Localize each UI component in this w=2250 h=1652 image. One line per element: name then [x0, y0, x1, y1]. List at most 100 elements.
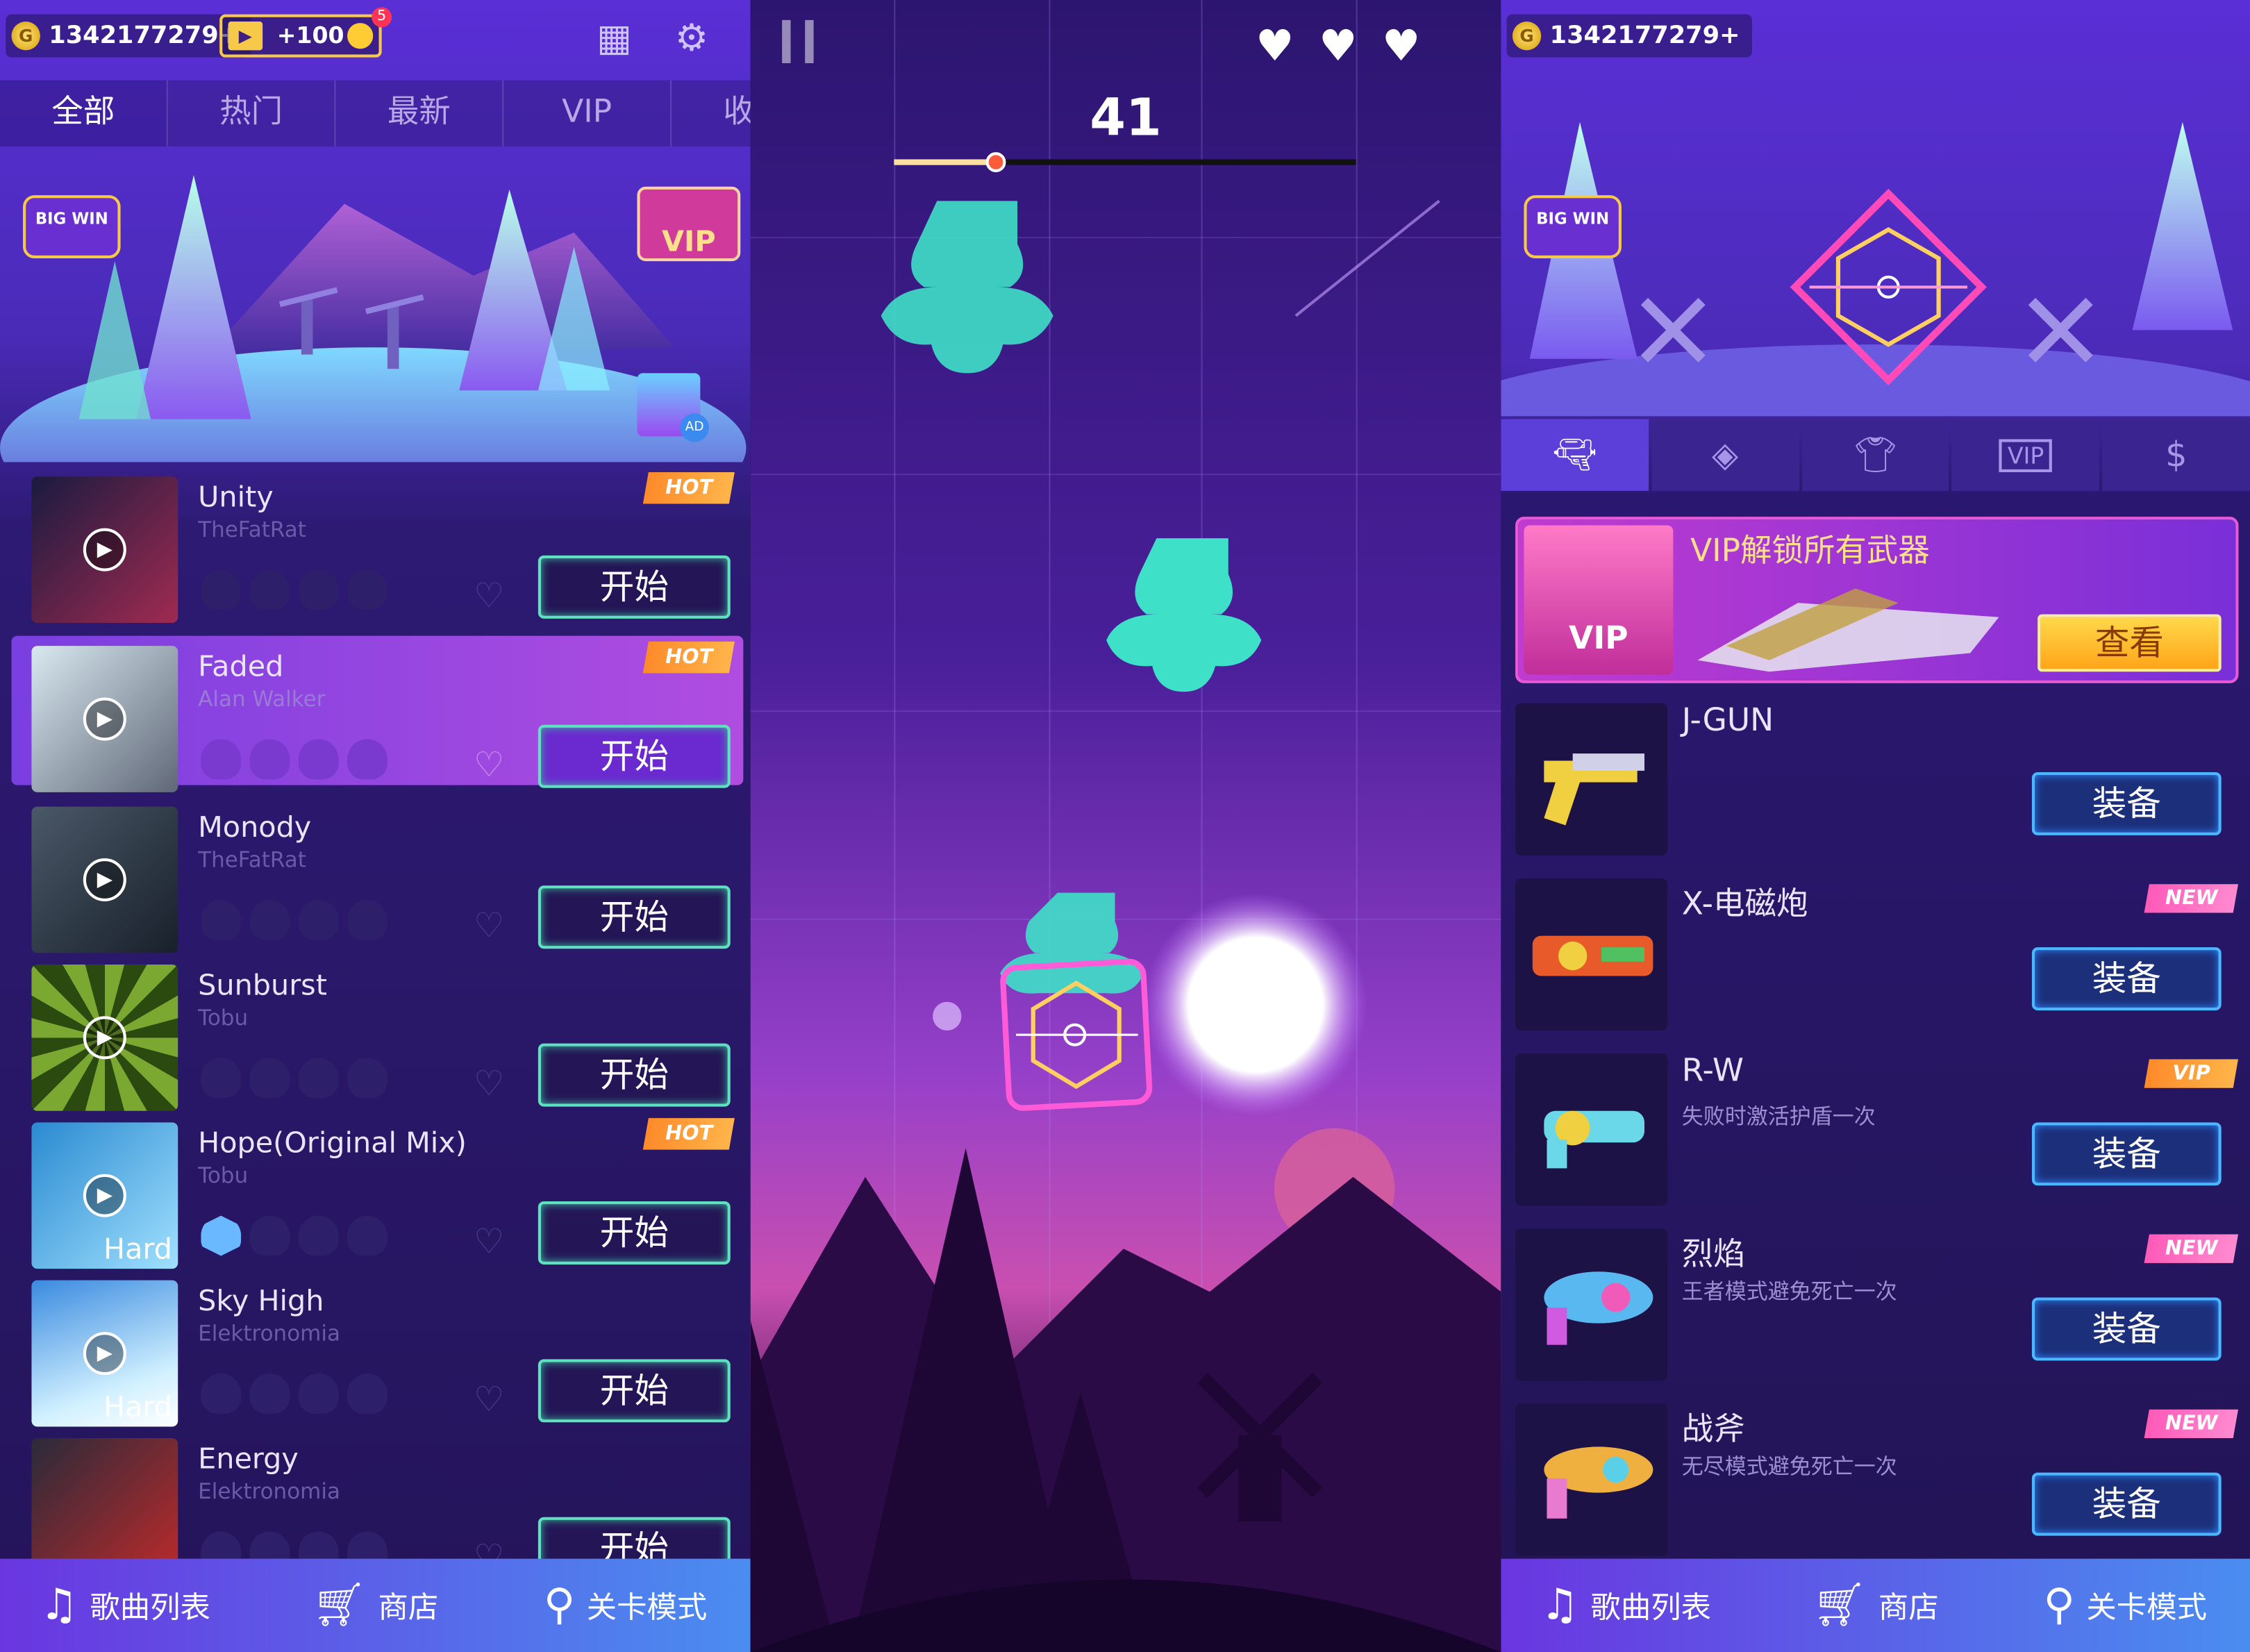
song-artist: Tobu	[198, 1162, 249, 1189]
nav-shop[interactable]: 🛒︎ 商店	[250, 1580, 500, 1630]
gift-box-icon[interactable]: AD	[637, 373, 709, 442]
heart-icon[interactable]: ♡	[474, 1221, 504, 1262]
tab-favorites[interactable]: 收	[672, 81, 750, 147]
play-icon[interactable]: ▶	[83, 858, 126, 902]
list-item[interactable]: ▶ Hard Hope(Original Mix) Tobu HOT ♡ 开始	[12, 1112, 744, 1269]
song-artist: Alan Walker	[198, 685, 326, 712]
target-icon[interactable]: ◈	[1651, 419, 1799, 491]
big-win-button[interactable]: BIG WIN	[23, 195, 121, 259]
heart-icon[interactable]: ♡	[474, 1064, 504, 1104]
equip-button[interactable]: 装备	[2031, 1122, 2222, 1186]
view-button[interactable]: 查看	[2038, 614, 2222, 672]
category-tabs: 全部 热门 最新 VIP 收	[0, 80, 751, 147]
album-cover[interactable]: ▶	[31, 964, 178, 1111]
tab-new[interactable]: 最新	[336, 80, 504, 147]
coin-counter[interactable]: G 1342177279+	[6, 14, 251, 58]
cart-icon: 🛒︎	[312, 1580, 367, 1630]
start-button[interactable]: 开始	[538, 1201, 731, 1265]
tab-hot[interactable]: 热门	[168, 80, 336, 147]
difficulty-label: Hard	[103, 1231, 172, 1267]
weapon-image	[1515, 1403, 1668, 1556]
bottom-nav: ♫ 歌曲列表 🛒︎ 商店 ⚲ 关卡模式	[0, 1558, 751, 1652]
song-artist: TheFatRat	[198, 846, 306, 873]
cart-icon: 🛒︎	[1812, 1580, 1867, 1630]
gear-icon[interactable]: ⚙	[670, 17, 713, 60]
list-item[interactable]: ▶ Unity TheFatRat HOT ♡ 开始	[12, 467, 744, 624]
weapon-item[interactable]: 战斧 无尽模式避免死亡一次 NEW 装备	[1501, 1403, 2250, 1573]
notification-badge: 5	[372, 7, 392, 28]
list-item[interactable]: ▶ Hard Sky High Elektronomia ♡ 开始	[12, 1270, 744, 1427]
album-cover[interactable]: ▶	[31, 476, 178, 624]
coin-icon: G	[11, 22, 40, 51]
new-badge: NEW	[2144, 884, 2238, 913]
heart-icon[interactable]: ♡	[474, 1379, 504, 1419]
start-button[interactable]: 开始	[538, 1359, 731, 1423]
list-item[interactable]: ▶ Faded Alan Walker HOT ♡ 开始	[11, 635, 744, 792]
weapon-image	[1515, 878, 1668, 1031]
tab-vip[interactable]: VIP	[503, 80, 672, 147]
dollar-icon[interactable]: $	[2102, 419, 2250, 491]
weapon-item[interactable]: J-GUN 装备	[1501, 703, 2250, 873]
nav-song-list[interactable]: ♫ 歌曲列表	[1501, 1580, 1751, 1630]
song-title: Sunburst	[198, 967, 327, 1002]
song-title: Faded	[198, 649, 284, 683]
vip-icon[interactable]: VIP	[1952, 419, 2100, 491]
calendar-icon[interactable]: ▦	[592, 17, 635, 60]
weapon-item[interactable]: 烈焰 王者模式避免死亡一次 NEW 装备	[1501, 1228, 2250, 1398]
nav-label: 商店	[378, 1590, 439, 1624]
big-win-button[interactable]: BIG WIN	[1524, 195, 1622, 259]
gameplay-screen: ♥ ♥ ♥ 41	[750, 0, 1501, 1652]
start-button[interactable]: 开始	[538, 885, 731, 949]
weapon-image	[1515, 703, 1668, 856]
play-icon[interactable]: ▶	[83, 528, 126, 571]
album-cover[interactable]: ▶ Hard	[31, 1280, 178, 1427]
equip-button[interactable]: 装备	[2031, 947, 2222, 1011]
equip-button[interactable]: 装备	[2031, 1297, 2222, 1361]
play-icon[interactable]: ▶	[83, 1016, 126, 1060]
start-button[interactable]: 开始	[538, 1043, 731, 1107]
ad-label: AD	[680, 413, 709, 442]
shirt-icon[interactable]: 👕︎	[1801, 419, 1949, 491]
vip-button[interactable]: VIP	[637, 186, 741, 262]
weapon-item[interactable]: R-W 失败时激活护盾一次 VIP 装备	[1501, 1053, 2250, 1223]
nav-shop[interactable]: 🛒︎ 商店	[1751, 1580, 2001, 1630]
weapon-item[interactable]: X-电磁炮 NEW 装备	[1501, 878, 2250, 1048]
weapon-name: J-GUN	[1681, 703, 1774, 740]
weapon-description: 王者模式避免死亡一次	[1681, 1278, 1897, 1305]
user-icon: ⚲	[2043, 1580, 2075, 1630]
start-button[interactable]: 开始	[538, 555, 731, 619]
equip-button[interactable]: 装备	[2031, 771, 2222, 835]
heart-icon[interactable]: ♡	[474, 576, 504, 616]
album-cover[interactable]: ▶	[31, 806, 178, 953]
vip-tab-label: VIP	[1999, 438, 2053, 472]
song-list-screen: G 1342177279+ ▶ +100 5 ▦ ⚙ 全部 热门 最新 VIP …	[0, 0, 751, 1652]
weapon-name: R-W	[1681, 1053, 1744, 1090]
album-cover[interactable]: ▶	[31, 646, 178, 792]
gun-icon[interactable]: 🔫︎	[1501, 419, 1649, 491]
note-target	[1000, 892, 1144, 994]
shop-category-tabs: 🔫︎ ◈ 👕︎ VIP $	[1501, 419, 2250, 491]
start-button[interactable]: 开始	[538, 724, 731, 788]
vip-unlock-banner[interactable]: VIP VIP解锁所有武器 查看	[1515, 517, 2239, 683]
ad-reward-button[interactable]: ▶ +100	[219, 14, 382, 58]
nav-song-list[interactable]: ♫ 歌曲列表	[0, 1580, 250, 1630]
hit-burst	[1143, 892, 1368, 1117]
album-cover[interactable]: ▶ Hard	[31, 1122, 178, 1269]
song-title: Hope(Original Mix)	[198, 1125, 467, 1160]
coin-amount: 1342177279	[49, 22, 219, 51]
weapon-name: 烈焰	[1681, 1237, 1745, 1274]
list-item[interactable]: ▶ Sunburst Tobu ♡ 开始	[12, 954, 744, 1111]
list-item[interactable]: Energy Elektronomia ♡ 开始	[12, 1428, 744, 1585]
list-item[interactable]: ▶ Monody TheFatRat ♡ 开始	[12, 796, 744, 953]
play-icon[interactable]: ▶	[83, 1332, 126, 1376]
play-icon[interactable]: ▶	[83, 697, 126, 741]
nav-level-mode[interactable]: ⚲ 关卡模式	[500, 1580, 750, 1630]
nav-level-mode[interactable]: ⚲ 关卡模式	[2000, 1580, 2250, 1630]
song-title: Monody	[198, 809, 312, 844]
nav-label: 歌曲列表	[1590, 1590, 1712, 1624]
play-icon[interactable]: ▶	[83, 1174, 126, 1217]
heart-icon[interactable]: ♡	[474, 906, 504, 946]
equip-button[interactable]: 装备	[2031, 1472, 2222, 1536]
heart-icon[interactable]: ♡	[474, 745, 504, 785]
tab-all[interactable]: 全部	[0, 80, 168, 147]
